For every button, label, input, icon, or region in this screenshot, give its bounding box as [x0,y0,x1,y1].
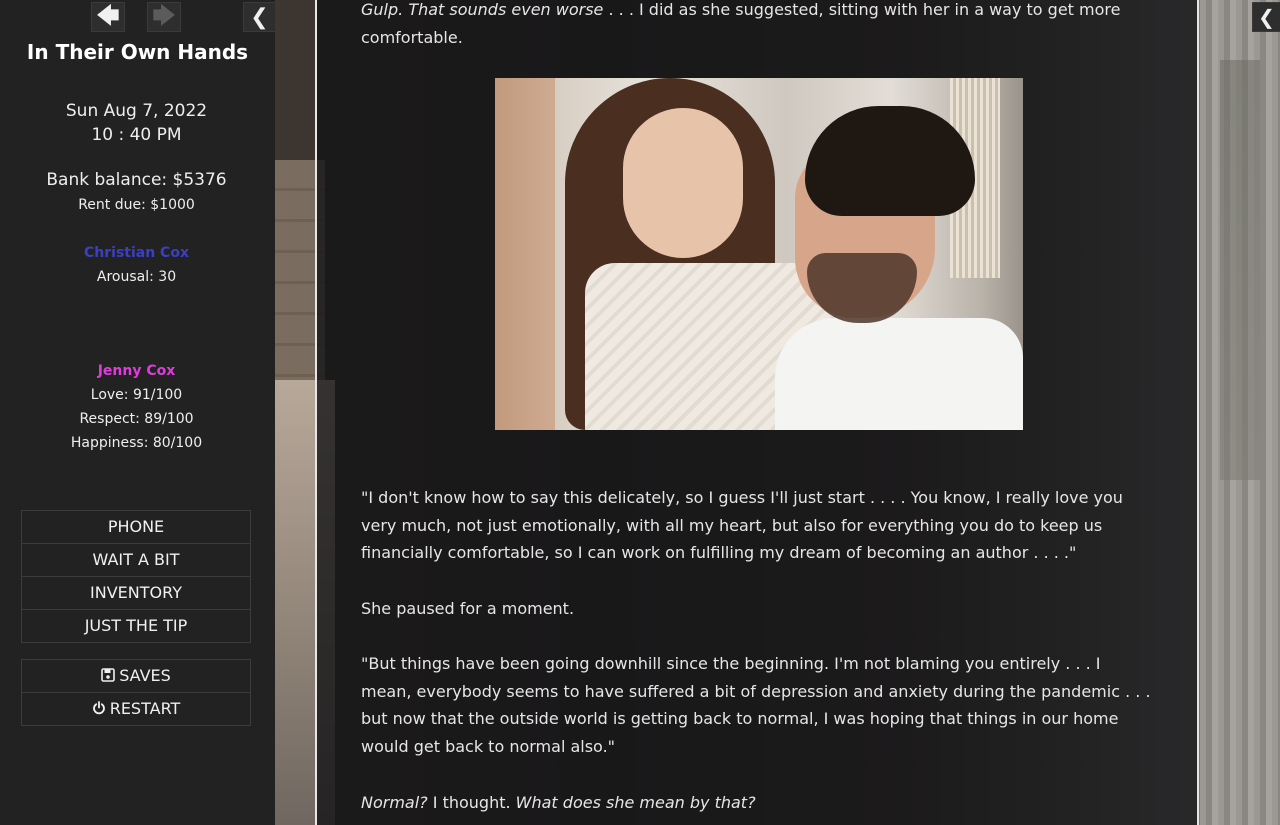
passage: Gulp. That sounds even worse . . . I did… [315,0,1199,825]
arrow-left-icon: 🡄 [96,4,120,29]
background-window [1220,60,1260,480]
floppy-disk-icon [101,660,116,692]
character-name-christian: Christian Cox [84,245,189,261]
menu-item-phone[interactable]: PHONE [22,511,250,543]
story-image [495,78,1023,430]
character-stat-respect: Respect: 89/100 [79,411,194,427]
character-stat-love: Love: 91/100 [90,387,183,403]
chevron-left-icon: ❮ [1258,5,1275,29]
story-menu: PHONE WAIT A BIT INVENTORY JUST THE TIP [21,510,251,643]
chevron-left-icon: ❮ [250,4,269,30]
character-stat-happiness: Happiness: 80/100 [70,435,203,451]
menu-item-wait-a-bit[interactable]: WAIT A BIT [22,543,250,576]
restart-label: RESTART [109,699,181,718]
character-stat-arousal: Arousal: 30 [96,269,177,285]
passage-paragraph-5: Normal? I thought. What does she mean by… [361,789,1151,817]
saves-button[interactable]: SAVES [22,660,250,692]
history-back-button[interactable]: 🡄 [91,2,125,32]
passage-paragraph-3: She paused for a moment. [361,599,575,618]
time-text: 10 : 40 PM [91,125,182,145]
image-wall [495,78,555,430]
passage-thought-3: What does she mean by that? [515,793,756,812]
saves-label: SAVES [119,666,171,685]
ui-sidebar: 🡄 🡆 ❮ In Their Own Hands Sun Aug 7, 2022… [0,0,275,825]
date-text: Sun Aug 7, 2022 [65,101,208,121]
passage-text-5: I thought. [427,793,516,812]
story-title: In Their Own Hands [26,40,249,64]
power-icon [92,693,106,725]
system-menu: SAVES RESTART [21,659,251,726]
passage-thought-2: Normal? [361,793,428,812]
restart-button[interactable]: RESTART [22,692,250,725]
sidebar-toggle-button[interactable]: ❮ [243,2,275,32]
bank-balance: Bank balance: $5376 [46,170,227,190]
menu-item-just-the-tip[interactable]: JUST THE TIP [22,609,250,642]
character-name-jenny: Jenny Cox [97,363,176,379]
right-panel-toggle-button[interactable]: ❮ [1252,2,1280,32]
passage-paragraph-2: "I don't know how to say this delicately… [361,488,1123,562]
passage-thought-1: Gulp. That sounds even worse [361,0,604,19]
image-man-shirt [775,318,1023,430]
passage-paragraph-1: Gulp. That sounds even worse . . . I did… [361,0,1151,51]
rent-due: Rent due: $1000 [78,197,195,213]
arrow-right-icon: 🡆 [152,4,176,29]
image-woman-face [623,108,743,258]
date-time: Sun Aug 7, 2022 10 : 40 PM [0,99,273,147]
menu-item-inventory[interactable]: INVENTORY [22,576,250,609]
passage-paragraph-4: "But things have been going downhill sin… [361,654,1151,756]
history-forward-button[interactable]: 🡆 [147,2,181,32]
